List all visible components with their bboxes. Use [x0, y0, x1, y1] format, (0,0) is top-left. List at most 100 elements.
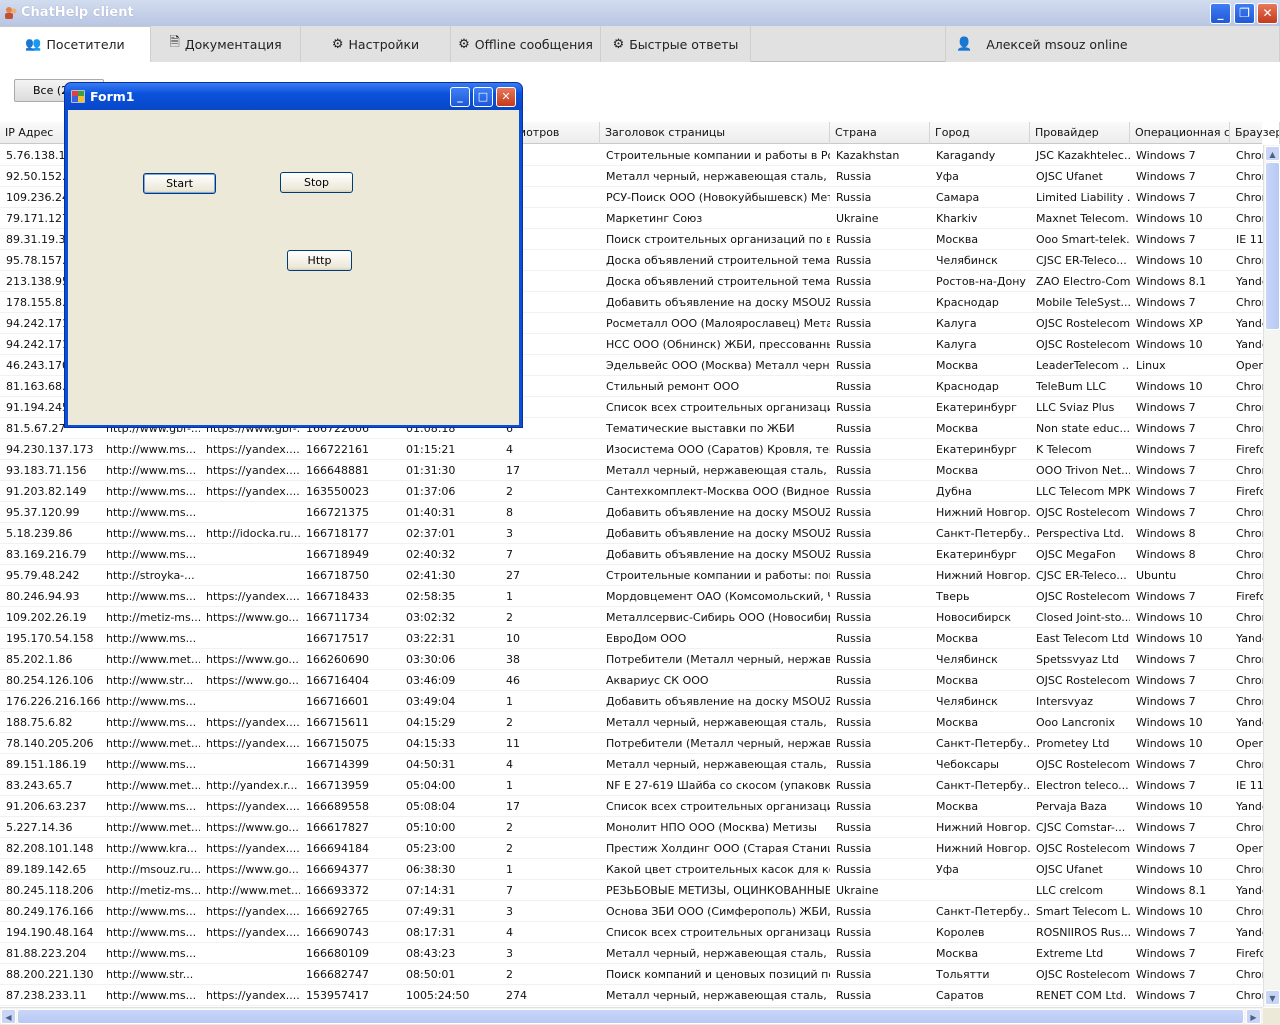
- cell-views: 7: [506, 884, 513, 897]
- vertical-scrollbar[interactable]: ▲ ▼: [1263, 145, 1280, 1007]
- cell-page-title: Престиж Холдинг ООО (Старая Станица...: [606, 842, 830, 855]
- main-titlebar[interactable]: ChatHelp client _ ❐ ✕: [0, 0, 1280, 26]
- table-row[interactable]: 109.202.26.19 http://metiz-ms... https://w…: [0, 607, 1269, 628]
- scroll-up-icon[interactable]: ▲: [1265, 146, 1280, 161]
- maximize-button[interactable]: ❐: [1234, 3, 1255, 24]
- table-row[interactable]: 85.202.1.86 http://www.met... https://www.…: [0, 649, 1269, 670]
- cell-country: Russia: [836, 569, 872, 582]
- cell-visitor-id: 166648881: [306, 464, 369, 477]
- cell-city: Челябинск: [936, 695, 998, 708]
- cell-city: Краснодар: [936, 296, 999, 309]
- scroll-right-icon[interactable]: ▶: [1246, 1009, 1261, 1024]
- column-header-city[interactable]: Город: [930, 122, 1030, 144]
- column-header-page-title[interactable]: Заголовок страницы: [600, 122, 830, 144]
- cell-provider: OJSC MegaFon: [1036, 548, 1116, 561]
- user-label: Алексей msouz online: [986, 36, 1128, 52]
- table-row[interactable]: 83.169.216.79 http://www.ms... 166718949 02…: [0, 544, 1269, 565]
- cell-ip-address: 188.75.6.82: [6, 716, 73, 729]
- cell-source: https://yandex....: [206, 800, 300, 813]
- cell-provider: Pervaja Baza: [1036, 800, 1107, 813]
- horizontal-scrollbar[interactable]: ◀ ▶: [0, 1007, 1263, 1024]
- http-button[interactable]: Http: [287, 250, 352, 271]
- cell-source: https://yandex....: [206, 590, 300, 603]
- table-row[interactable]: 88.200.221.130 http://www.str... 166682747…: [0, 964, 1269, 985]
- cell-page-title: Металл черный, нержавеющая сталь, т...: [606, 989, 830, 1002]
- cell-referrer: http://www.ms...: [106, 716, 197, 729]
- table-row[interactable]: 89.151.186.19 http://www.ms... 166714399 04…: [0, 754, 1269, 775]
- cell-time: 03:22:31: [406, 632, 456, 645]
- cell-country: Russia: [836, 674, 872, 687]
- cell-os: Windows 10: [1136, 800, 1203, 813]
- cell-os: Windows 7: [1136, 233, 1196, 246]
- table-row[interactable]: 87.238.233.11 http://www.ms... https://yan…: [0, 985, 1269, 1006]
- tab-quick-replies[interactable]: ⚙ Быстрые ответы: [601, 26, 751, 62]
- cell-page-title: Доска объявлений строительной темати...: [606, 254, 830, 267]
- table-row[interactable]: 188.75.6.82 http://www.ms... https://yande…: [0, 712, 1269, 733]
- dialog-title: Form1: [90, 89, 135, 104]
- cell-ip-address: 94.230.137.173: [6, 443, 94, 456]
- close-button[interactable]: ✕: [1257, 3, 1278, 24]
- tab-settings[interactable]: ⚙ Настройки: [301, 26, 451, 62]
- cell-city: Karagandy: [936, 149, 996, 162]
- cell-views: 7: [506, 548, 513, 561]
- table-row[interactable]: 194.190.48.164 http://www.ms... https://ya…: [0, 922, 1269, 943]
- table-row[interactable]: 81.88.223.204 http://www.ms... 166680109 08…: [0, 943, 1266, 964]
- cell-time: 03:02:32: [406, 611, 456, 624]
- table-row[interactable]: 176.226.216.166 http://www.ms... 166716601…: [0, 691, 1269, 712]
- cell-city: Нижний Новгор...: [936, 506, 1030, 519]
- tab-documentation[interactable]: 🗎 Документация: [151, 26, 301, 62]
- cell-os: Linux: [1136, 359, 1166, 372]
- scroll-left-icon[interactable]: ◀: [1, 1009, 16, 1024]
- table-row[interactable]: 195.170.54.158 http://www.ms... 166717517 0…: [0, 628, 1269, 649]
- cell-os: Windows 7: [1136, 653, 1196, 666]
- tab-offline-messages[interactable]: ⚙ Offline сообщения: [451, 26, 601, 62]
- table-row[interactable]: 93.183.71.156 http://www.ms... https://yan…: [0, 460, 1269, 481]
- start-button[interactable]: Start: [143, 173, 216, 194]
- cell-country: Russia: [836, 296, 872, 309]
- table-row[interactable]: 5.18.239.86 http://www.ms... http://idocka…: [0, 523, 1269, 544]
- table-row[interactable]: 94.230.137.173 http://www.ms... https://ya…: [0, 439, 1266, 460]
- cell-time: 07:49:31: [406, 905, 456, 918]
- cell-referrer: http://www.ms...: [106, 590, 197, 603]
- table-row[interactable]: 91.203.82.149 http://www.ms... https://yan…: [0, 481, 1266, 502]
- cell-ip-address: 80.254.126.106: [6, 674, 94, 687]
- cell-page-title: Добавить объявление на доску MSOUZ.RU: [606, 548, 830, 561]
- cell-visitor-id: 166716601: [306, 695, 369, 708]
- cell-page-title: Строительные компании и работы: поис...: [606, 569, 830, 582]
- table-row[interactable]: 95.37.120.99 http://www.ms... 166721375 01:…: [0, 502, 1269, 523]
- cell-provider: Limited Liability ...: [1036, 191, 1130, 204]
- cell-page-title: Мордовцемент ОАО (Комсомольский, Ча...: [606, 590, 830, 603]
- scroll-down-icon[interactable]: ▼: [1265, 990, 1280, 1005]
- column-header-country[interactable]: Страна: [830, 122, 930, 144]
- column-header-browser[interactable]: Браузер: [1230, 122, 1280, 144]
- table-row[interactable]: 80.245.118.206 http://metiz-ms... http://w…: [0, 880, 1269, 901]
- table-row[interactable]: 91.206.63.237 http://www.ms... https://yan…: [0, 796, 1269, 817]
- table-row[interactable]: 78.140.205.206 http://www.met... https://y…: [0, 733, 1270, 754]
- table-row[interactable]: 83.243.65.7 http://www.met... http://yande…: [0, 775, 1264, 796]
- dialog-close-button[interactable]: ✕: [496, 87, 516, 107]
- form1-dialog[interactable]: Form1 _ □ ✕ Start Stop Http: [64, 82, 523, 428]
- table-row[interactable]: 5.227.14.36 http://www.met... https://www.…: [0, 817, 1269, 838]
- stop-button[interactable]: Stop: [280, 172, 353, 193]
- vertical-scroll-thumb[interactable]: [1265, 162, 1280, 330]
- minimize-button[interactable]: _: [1210, 3, 1231, 24]
- cell-city: Санкт-Петербу...: [936, 779, 1030, 792]
- dialog-titlebar[interactable]: Form1 _ □ ✕: [65, 83, 522, 110]
- table-row[interactable]: 80.254.126.106 http://www.str... https://w…: [0, 670, 1269, 691]
- dialog-maximize-button[interactable]: □: [473, 87, 493, 107]
- table-row[interactable]: 80.249.176.166 http://www.ms... https://ya…: [0, 901, 1269, 922]
- tab-visitors[interactable]: 👥 Посетители: [0, 26, 151, 62]
- cell-source: http://www.met...: [206, 884, 300, 897]
- user-status[interactable]: 👤 Алексей msouz online: [945, 26, 1280, 62]
- dialog-minimize-button[interactable]: _: [450, 87, 470, 107]
- column-header-provider[interactable]: Провайдер: [1030, 122, 1130, 144]
- table-row[interactable]: 95.79.48.242 http://stroyka-... 166718750 0…: [0, 565, 1269, 586]
- horizontal-scroll-thumb[interactable]: [17, 1009, 1244, 1024]
- cell-city: Нижний Новгор...: [936, 821, 1030, 834]
- form-icon: [71, 90, 85, 103]
- cell-page-title: Металл черный, нержавеющая сталь, т...: [606, 170, 830, 183]
- table-row[interactable]: 89.189.142.65 http://msouz.ru... https://w…: [0, 859, 1269, 880]
- column-header-os[interactable]: Операционная сис: [1130, 122, 1230, 144]
- table-row[interactable]: 80.246.94.93 http://www.ms... https://yand…: [0, 586, 1266, 607]
- table-row[interactable]: 82.208.101.148 http://www.kra... https://y…: [0, 838, 1270, 859]
